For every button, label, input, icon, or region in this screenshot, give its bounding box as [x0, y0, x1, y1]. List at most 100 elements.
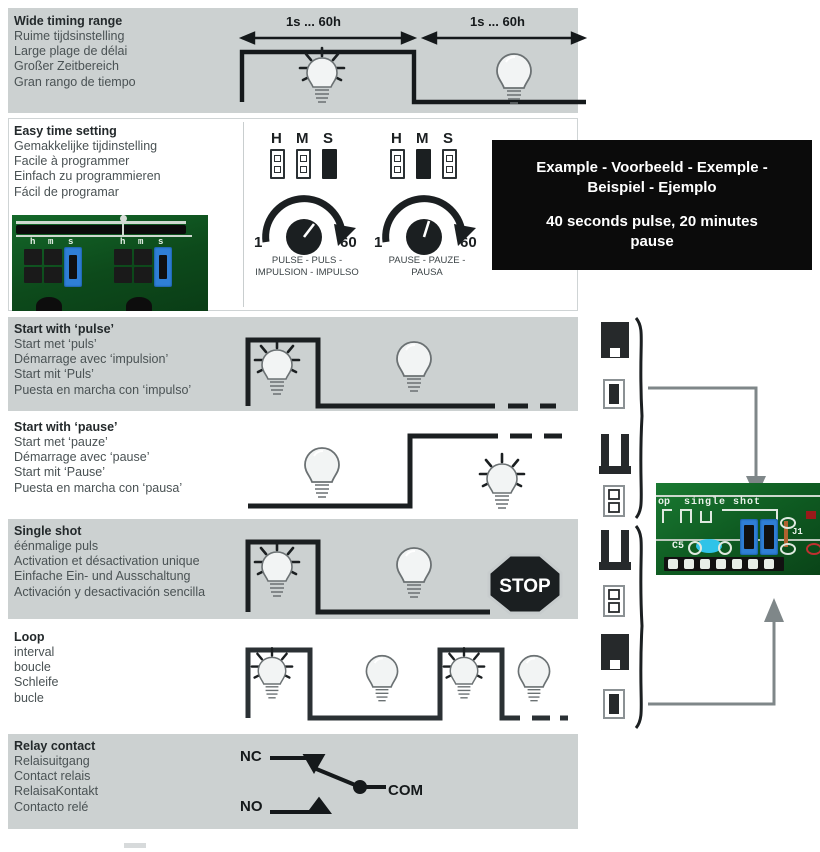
section-line: Gemakkelijke tijdinstelling	[14, 139, 158, 153]
dial-caption-line2: PAUSA	[411, 267, 443, 278]
jumper-open-pins	[596, 432, 634, 481]
dip-switch-m[interactable]	[296, 149, 311, 179]
section-line: Fácil de programar	[14, 184, 119, 199]
section-line: Puesta en marcha con ‘pausa’	[14, 480, 183, 495]
lamp-off-icon	[298, 440, 346, 498]
text-block-wide-timing-range: Wide timing range Ruime tijdsinstelling …	[14, 14, 264, 90]
lamp-on-icon	[253, 338, 301, 396]
dial-min: 1	[374, 234, 383, 251]
silk-h: h	[120, 237, 126, 247]
silk-j1: J1	[792, 527, 803, 537]
text-block-start-with-pulse: Start with ‘pulse’ Start met ‘puls’ Déma…	[14, 322, 264, 398]
section-title: Relay contact	[14, 739, 96, 753]
jumper-closed-top	[598, 632, 632, 679]
lamp-on-icon	[478, 452, 526, 510]
pulse-dial: H M S 1 60 PULSE - PULS - IMPULSION - IM…	[254, 130, 392, 278]
silk-s: s	[158, 237, 164, 247]
text-block-start-with-pause: Start with ‘pause’ Start met ‘pauze’ Dém…	[14, 420, 264, 496]
section-line: Facile à programmer	[14, 154, 130, 169]
section-line: Start met ‘puls’	[14, 337, 97, 351]
arrow-label-right: 1s ... 60h	[470, 14, 525, 29]
lamp-off-icon	[490, 46, 538, 104]
switch-label-h: H	[391, 130, 402, 147]
section-title: Wide timing range	[14, 14, 123, 28]
dip-switch-s[interactable]	[442, 149, 457, 179]
section-line: Contacto relé	[14, 799, 89, 814]
switch-label-h: H	[271, 130, 282, 147]
section-title: Start with ‘pulse’	[14, 322, 115, 336]
silk-op: op	[658, 497, 671, 508]
jumper-two-empty	[602, 484, 626, 523]
text-block-relay-contact: Relay contact Relaisuitgang Contact rela…	[14, 739, 264, 815]
jumper-single-filled	[602, 378, 626, 415]
section-line: Relaisuitgang	[14, 754, 90, 768]
lamp-off-icon	[390, 334, 438, 392]
lamp-off-icon	[390, 540, 438, 598]
dip-switch-h[interactable]	[270, 149, 285, 179]
section-line: Schleife	[14, 675, 59, 690]
relay-schematic: NC COM NO	[236, 740, 476, 822]
lamp-on-icon	[298, 46, 346, 104]
timer-relay-infographic: Wide timing range Ruime tijdsinstelling …	[0, 0, 820, 852]
stop-sign-label: STOP	[499, 576, 551, 597]
example-line-1: Example - Voorbeeld - Exemple -	[536, 159, 768, 176]
silk-single-shot: single shot	[684, 497, 762, 508]
timing-diagram-start-pause	[240, 424, 580, 515]
section-line: Puesta en marcha con ‘impulso’	[14, 382, 192, 397]
section-line: Start mit ‘Puls’	[14, 367, 94, 382]
lamp-off-icon	[512, 648, 556, 702]
section-line: Ruime tijdsinstelling	[14, 29, 125, 43]
page-artifact	[124, 843, 146, 848]
section-title: Start with ‘pause’	[14, 420, 118, 434]
section-line: Contact relais	[14, 769, 91, 784]
dial-max: 60	[460, 234, 477, 251]
switch-label-m: M	[416, 130, 429, 147]
section-line: bucle	[14, 690, 44, 705]
pcb-photo-dip-switches: h m s h m s	[12, 215, 208, 311]
pcb-photo-single-shot: op single shot C5 J1	[656, 483, 820, 575]
divider	[243, 122, 244, 307]
example-callout: Example - Voorbeeld - Exemple - Beispiel…	[492, 140, 812, 270]
section-line: boucle	[14, 660, 51, 675]
example-line-4: pause	[630, 233, 674, 250]
silk-c5: C5	[672, 541, 685, 552]
example-line-2: Beispiel - Ejemplo	[587, 179, 717, 196]
section-line: interval	[14, 645, 55, 659]
jumper-open-pins	[596, 528, 634, 577]
stop-sign-icon: STOP	[487, 553, 563, 620]
switch-label-m: M	[296, 130, 309, 147]
section-line: Démarrage avec ‘pause’	[14, 450, 150, 465]
dial-max: 60	[340, 234, 357, 251]
dip-switch-h[interactable]	[390, 149, 405, 179]
section-title: Easy time setting	[14, 124, 117, 138]
dial-caption-line1: PAUSE - PAUZE -	[388, 255, 466, 266]
text-block-easy-time-setting: Easy time setting Gemakkelijke tijdinste…	[14, 124, 264, 200]
callout-line-bottom	[646, 578, 806, 713]
section-line: Einfach zu programmieren	[14, 169, 161, 184]
dial-caption-line2: IMPULSION - IMPULSO	[255, 267, 359, 278]
section-line: Démarrage avec ‘impulsion’	[14, 352, 169, 367]
lamp-off-icon	[360, 648, 404, 702]
text-block-loop: Loop interval boucle Schleife bucle	[14, 630, 264, 706]
silk-h: h	[30, 237, 36, 247]
section-line: Start met ‘pauze’	[14, 435, 108, 449]
section-line: Großer Zeitbereich	[14, 59, 119, 74]
dip-switch-s[interactable]	[322, 149, 337, 179]
lamp-on-icon	[442, 646, 486, 700]
jumper-two-empty	[602, 584, 626, 623]
silk-m: m	[138, 237, 144, 247]
timing-diagram-wide-range	[228, 28, 598, 115]
example-line-3: 40 seconds pulse, 20 minutes	[546, 213, 758, 230]
silk-m: m	[48, 237, 54, 247]
section-line: Large plage de délai	[14, 44, 128, 59]
switch-label-s: S	[443, 130, 454, 147]
switch-label-s: S	[323, 130, 334, 147]
silk-s: s	[68, 237, 74, 247]
section-line: Gran rango de tiempo	[14, 74, 136, 89]
dip-switch-m[interactable]	[416, 149, 431, 179]
jumper-closed-top	[598, 320, 632, 367]
section-line: RelaisaKontakt	[14, 784, 99, 799]
lamp-on-icon	[253, 540, 301, 598]
dial-caption-line1: PULSE - PULS -	[271, 255, 343, 266]
lamp-on-icon	[250, 646, 294, 700]
